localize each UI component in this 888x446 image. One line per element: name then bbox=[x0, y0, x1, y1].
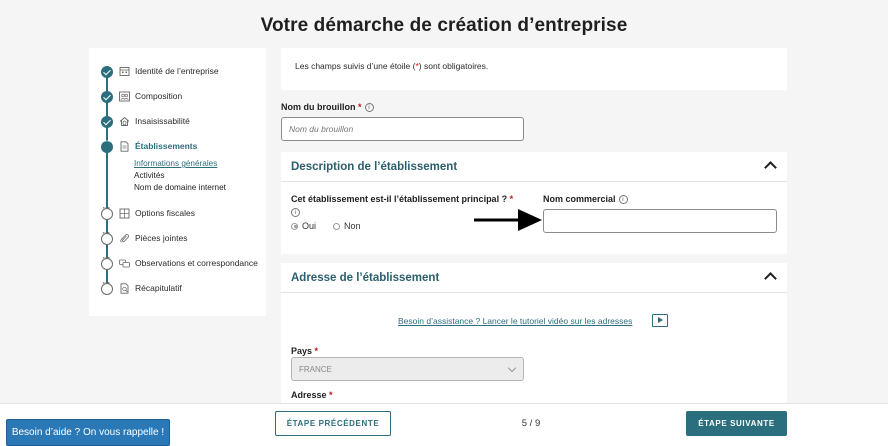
address-tutorial-link[interactable]: Besoin d’assistance ? Lancer le tutoriel… bbox=[398, 316, 632, 326]
stepper-sidebar: Identité de l’entreprise Composition Ins… bbox=[89, 48, 266, 316]
radio-oui[interactable]: Oui bbox=[291, 221, 316, 231]
info-icon[interactable]: i bbox=[364, 103, 374, 113]
step-label: Options fiscales bbox=[135, 208, 195, 218]
description-section-header[interactable]: Description de l’établissement bbox=[281, 152, 787, 182]
summary-icon bbox=[120, 283, 129, 294]
country-select[interactable]: FRANCE bbox=[291, 357, 524, 381]
radio-unchecked-icon[interactable] bbox=[333, 222, 340, 230]
step-label: Observations et correspondance bbox=[135, 258, 258, 268]
address-section-header[interactable]: Adresse de l’établissement bbox=[281, 263, 787, 293]
building-icon bbox=[119, 67, 130, 76]
info-icon[interactable]: i bbox=[618, 195, 628, 205]
step-todo-icon bbox=[101, 203, 113, 220]
draft-name-input[interactable] bbox=[281, 117, 524, 141]
step-done-icon bbox=[101, 116, 113, 128]
step-done-icon bbox=[101, 66, 113, 78]
step-todo-icon bbox=[101, 228, 113, 245]
country-label: Pays * bbox=[291, 346, 319, 356]
page-title: Votre démarche de création d’entreprise bbox=[260, 15, 628, 36]
address-label: Adresse * bbox=[291, 390, 333, 400]
substep-activites[interactable]: Activités bbox=[134, 171, 164, 180]
step-label: Établissements bbox=[135, 141, 198, 151]
commercial-name-label: Nom commercial i bbox=[543, 194, 628, 205]
step-todo-icon bbox=[101, 278, 113, 295]
previous-step-button[interactable]: ÉTAPE PRÉCÉDENTE bbox=[275, 411, 391, 436]
step-label: Pièces jointes bbox=[135, 233, 188, 243]
substep-informations-generales[interactable]: Informations générales bbox=[134, 159, 217, 168]
home-shield-icon bbox=[119, 116, 130, 126]
info-icon[interactable]: i bbox=[291, 208, 300, 217]
document-icon bbox=[120, 141, 129, 152]
chevron-up-icon[interactable] bbox=[764, 161, 777, 174]
messages-icon bbox=[119, 259, 130, 268]
calculator-icon bbox=[119, 208, 130, 219]
step-label: Composition bbox=[135, 91, 183, 101]
people-icon bbox=[119, 91, 130, 102]
help-callback-button[interactable]: Besoin d’aide ? On vous rappelle ! bbox=[6, 419, 170, 446]
description-section-title: Description de l’établissement bbox=[291, 161, 458, 173]
step-current-icon bbox=[101, 136, 113, 153]
commercial-name-input[interactable] bbox=[543, 209, 777, 233]
video-play-icon[interactable] bbox=[652, 314, 668, 327]
step-done-icon bbox=[101, 91, 113, 103]
step-label: Récapitulatif bbox=[135, 283, 182, 293]
draft-name-label: Nom du brouillon * i bbox=[281, 102, 374, 113]
required-fields-notice-card: Les champs suivis d’une étoile (*) sont … bbox=[281, 48, 787, 90]
step-todo-icon bbox=[101, 253, 113, 270]
radio-checked-icon[interactable] bbox=[291, 222, 298, 230]
arrow-right-icon bbox=[474, 209, 542, 231]
address-section: Adresse de l’établissement bbox=[281, 263, 787, 403]
paperclip-icon bbox=[120, 234, 129, 243]
substep-nom-de-domaine[interactable]: Nom de domaine internet bbox=[134, 183, 226, 192]
step-pager: 5 / 9 bbox=[521, 418, 541, 429]
chevron-down-icon bbox=[507, 363, 517, 373]
chevron-up-icon[interactable] bbox=[764, 272, 777, 285]
next-step-button[interactable]: ÉTAPE SUIVANTE bbox=[686, 411, 787, 436]
step-label: Identité de l’entreprise bbox=[135, 66, 219, 76]
principal-question-label: Cet établissement est-il l’établissement… bbox=[291, 194, 514, 204]
radio-non[interactable]: Non bbox=[333, 221, 361, 231]
required-fields-notice: Les champs suivis d’une étoile (*) sont … bbox=[295, 61, 489, 71]
address-section-title: Adresse de l’établissement bbox=[291, 272, 440, 284]
step-label: Insaisissabilité bbox=[135, 116, 190, 126]
